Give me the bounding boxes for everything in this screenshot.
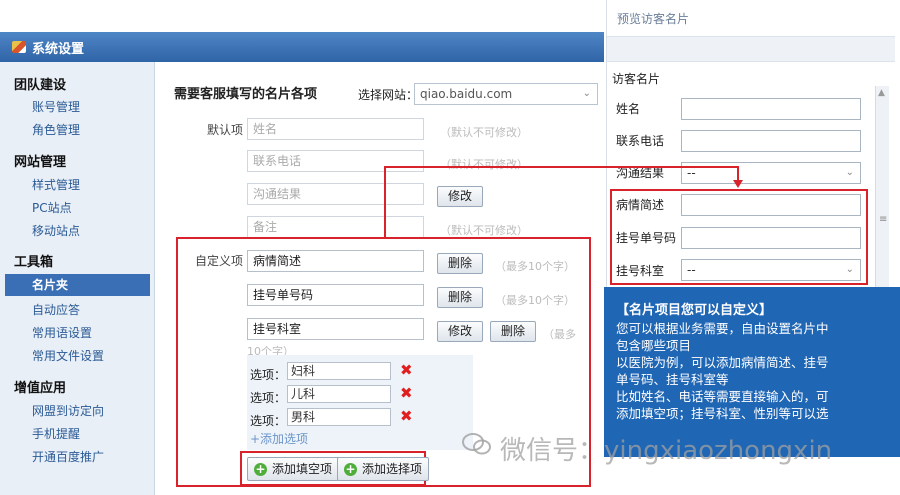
custom-field-ticket[interactable]: 挂号单号码 (247, 284, 424, 306)
option-field[interactable]: 儿科 (287, 385, 391, 403)
default-field-result: 沟通结果 (247, 183, 424, 205)
wechat-logo-icon (462, 433, 491, 455)
preview-select-value: -- (687, 263, 696, 277)
sidebar-item-phrases[interactable]: 常用语设置 (32, 324, 92, 341)
edit-result-button[interactable]: 修改 (437, 186, 483, 207)
connector-arrow-icon (733, 180, 743, 188)
info-line: 以医院为例，可以添加病情简述、挂号 (616, 355, 829, 370)
delete-ticket-button[interactable]: 删除 (437, 287, 483, 308)
default-field-phone: 联系电话 (247, 150, 424, 172)
sidebar-item-pc-site[interactable]: PC站点 (32, 199, 72, 216)
sidebar-item-card-folder[interactable]: 名片夹 (5, 274, 150, 296)
preview-field-condition[interactable] (681, 194, 861, 216)
sidebar-item-accounts[interactable]: 账号管理 (32, 98, 80, 115)
remove-option-icon[interactable]: ✖ (400, 361, 413, 379)
default-fields-label: 默认项 (207, 123, 244, 137)
add-blank-field-button[interactable]: + 添加填空项 (247, 457, 340, 481)
preview-subtitle: 访客名片 (612, 72, 661, 86)
remove-option-icon[interactable]: ✖ (400, 407, 413, 425)
add-select-label: 添加选择项 (362, 462, 423, 476)
sidebar-section-addons: 增值应用 (14, 381, 67, 396)
plus-icon: + (254, 462, 267, 476)
option-label: 选项： (250, 391, 287, 405)
default-field-notes: 备注 (247, 216, 424, 238)
default-field-name: 姓名 (247, 118, 424, 140)
option-field[interactable]: 男科 (287, 408, 391, 426)
chevron-down-icon: ⌄ (582, 88, 591, 99)
page-title: 需要客服填写的名片各项 (174, 87, 318, 102)
sidebar-item-mobile-site[interactable]: 移动站点 (32, 222, 80, 239)
add-option-link[interactable]: +添加选项 (250, 430, 308, 447)
sidebar: 团队建设 账号管理 角色管理 网站管理 样式管理 PC站点 移动站点 工具箱 名… (0, 62, 155, 495)
sidebar-section-tools: 工具箱 (14, 255, 54, 270)
preview-scrollbar[interactable]: ▲ ≡ (875, 86, 889, 291)
connector-line (384, 166, 738, 168)
default-field-hint: （默认不可修改） (440, 126, 528, 139)
preview-label: 联系电话 (616, 134, 665, 148)
delete-department-button[interactable]: 删除 (490, 321, 536, 342)
custom-field-condition[interactable]: 病情简述 (247, 250, 424, 272)
window-title: 系统设置 (32, 41, 85, 57)
sidebar-item-roles[interactable]: 角色管理 (32, 121, 80, 138)
site-select[interactable]: qiao.baidu.com ⌄ (414, 83, 598, 105)
sidebar-item-auto-reply[interactable]: 自动应答 (32, 301, 80, 318)
preview-select-value: -- (687, 166, 696, 180)
window-title-bar: 系统设置 (0, 32, 604, 62)
sidebar-section-team: 团队建设 (14, 78, 67, 93)
info-line: 您可以根据业务需要，自由设置名片中 (616, 321, 829, 336)
option-field[interactable]: 妇科 (287, 362, 391, 380)
preview-select-department[interactable]: -- ⌄ (681, 259, 861, 281)
option-label: 选项： (250, 368, 287, 382)
preview-label: 挂号单号码 (616, 231, 677, 245)
preview-label: 姓名 (616, 102, 641, 116)
edit-department-button[interactable]: 修改 (437, 321, 483, 342)
site-select-label: 选择网站： (358, 88, 419, 102)
info-line: 比如姓名、电话等需要直接输入的，可 (616, 389, 829, 404)
preview-field-phone[interactable] (681, 130, 861, 152)
default-field-hint: （默认不可修改） (440, 224, 528, 237)
custom-field-department[interactable]: 挂号科室 (247, 318, 424, 340)
settings-app-icon (12, 41, 26, 53)
scroll-grip-icon: ≡ (879, 214, 888, 225)
preview-label: 病情简述 (616, 198, 665, 212)
preview-toolbar (607, 36, 895, 62)
custom-fields-label: 自定义项 (195, 254, 244, 268)
remove-option-icon[interactable]: ✖ (400, 384, 413, 402)
scroll-up-icon[interactable]: ▲ (878, 88, 885, 98)
preview-field-name[interactable] (681, 98, 861, 120)
info-line: 包含哪些项目 (616, 338, 692, 353)
preview-field-ticket[interactable] (681, 227, 861, 249)
add-blank-label: 添加填空项 (272, 462, 333, 476)
site-select-value: qiao.baidu.com (420, 87, 513, 101)
sidebar-item-styles[interactable]: 样式管理 (32, 176, 80, 193)
sidebar-item-network-visit[interactable]: 网盟到访定向 (32, 402, 104, 419)
sidebar-section-site: 网站管理 (14, 155, 67, 170)
info-line: 单号码、挂号科室等 (616, 372, 729, 387)
info-line: 添加填空项；挂号科室、性别等可以选 (616, 406, 829, 421)
custom-field-hint: （最多 (543, 328, 576, 341)
plus-icon: + (344, 462, 357, 476)
custom-field-hint: （最多10个字） (495, 260, 575, 273)
connector-line (384, 166, 386, 237)
add-select-field-button[interactable]: + 添加选择项 (337, 457, 430, 481)
sidebar-item-files[interactable]: 常用文件设置 (32, 347, 104, 364)
sidebar-item-mobile-alert[interactable]: 手机提醒 (32, 425, 80, 442)
preview-label: 挂号科室 (616, 264, 665, 278)
info-heading: 【名片项目您可以自定义】 (616, 303, 773, 318)
watermark-text: 微信号：yingxiaozhongxin (500, 436, 833, 466)
chevron-down-icon: ⌄ (845, 167, 854, 178)
chevron-down-icon: ⌄ (845, 264, 854, 275)
option-label: 选项： (250, 414, 287, 428)
preview-title: 预览访客名片 (617, 12, 690, 26)
sidebar-item-baidu-promo[interactable]: 开通百度推广 (32, 448, 104, 465)
delete-condition-button[interactable]: 删除 (437, 253, 483, 274)
custom-field-hint: （最多10个字） (495, 294, 575, 307)
default-field-hint: （默认不可修改） (440, 158, 528, 171)
